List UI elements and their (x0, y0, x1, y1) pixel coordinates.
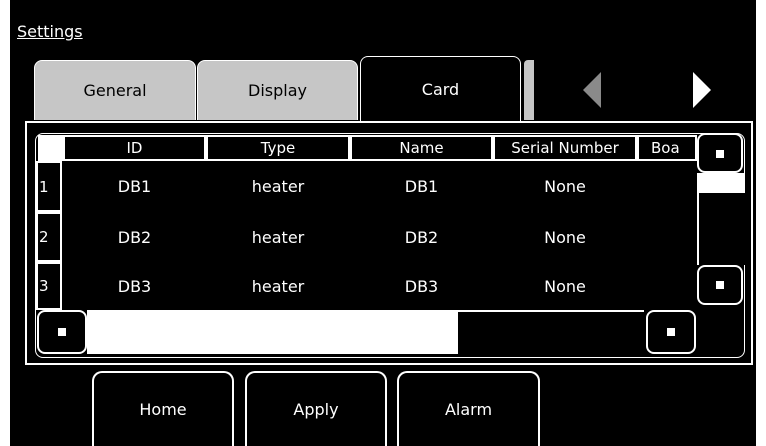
triangle-left-icon[interactable] (583, 72, 601, 108)
home-button-label: Home (139, 400, 187, 419)
apply-button[interactable]: Apply (245, 371, 387, 446)
column-header-type[interactable]: Type (206, 135, 350, 161)
scroll-right-button[interactable] (646, 310, 696, 354)
left-margin (0, 0, 10, 446)
table-cell-id[interactable]: DB2 (63, 212, 206, 262)
table-cell-name[interactable]: DB2 (350, 212, 493, 262)
column-header-name[interactable]: Name (350, 135, 493, 161)
scroll-up-icon (716, 150, 724, 158)
apply-button-label: Apply (293, 400, 339, 419)
tab-card[interactable]: Card (360, 56, 521, 122)
horizontal-scrollbar-thumb[interactable] (87, 310, 458, 354)
table-cell-serial[interactable]: None (493, 161, 637, 212)
table-cell-id[interactable]: DB1 (63, 161, 206, 212)
table-cell-type[interactable]: heater (206, 161, 350, 212)
scroll-up-button[interactable] (697, 133, 743, 173)
tab-partial[interactable] (524, 60, 534, 120)
tab-display-label: Display (248, 81, 307, 100)
tab-card-label: Card (421, 80, 460, 99)
scroll-right-icon (667, 328, 675, 336)
row-header-2[interactable]: 2 (36, 212, 62, 262)
scroll-down-icon (716, 281, 724, 289)
scroll-down-button[interactable] (697, 265, 743, 305)
home-button[interactable]: Home (92, 371, 234, 446)
horizontal-scrollbar-track[interactable] (458, 310, 644, 354)
triangle-right-icon[interactable] (693, 72, 711, 108)
scroll-left-icon (58, 328, 66, 336)
row-header-1[interactable]: 1 (36, 161, 62, 212)
alarm-button[interactable]: Alarm (397, 371, 540, 446)
column-header-board[interactable]: Boa (637, 135, 697, 161)
tab-general[interactable]: General (34, 60, 196, 120)
column-header-id[interactable]: ID (63, 135, 206, 161)
vertical-scrollbar-thumb[interactable] (697, 173, 745, 193)
table-cell-serial[interactable]: None (493, 212, 637, 262)
table-cell-id[interactable]: DB3 (63, 262, 206, 310)
scroll-left-button[interactable] (37, 310, 87, 354)
right-margin (756, 0, 766, 446)
table-cell-serial[interactable]: None (493, 262, 637, 310)
table-corner-cell[interactable] (38, 135, 63, 161)
table-cell-type[interactable]: heater (206, 212, 350, 262)
table-cell-name[interactable]: DB3 (350, 262, 493, 310)
row-header-3[interactable]: 3 (36, 262, 62, 310)
column-header-serial-number[interactable]: Serial Number (493, 135, 637, 161)
table-cell-name[interactable]: DB1 (350, 161, 493, 212)
page-title: Settings (17, 22, 83, 41)
table-cell-type[interactable]: heater (206, 262, 350, 310)
alarm-button-label: Alarm (444, 400, 493, 419)
tab-display[interactable]: Display (197, 60, 358, 120)
tab-general-label: General (83, 81, 147, 100)
vertical-scrollbar-track[interactable] (697, 193, 745, 265)
